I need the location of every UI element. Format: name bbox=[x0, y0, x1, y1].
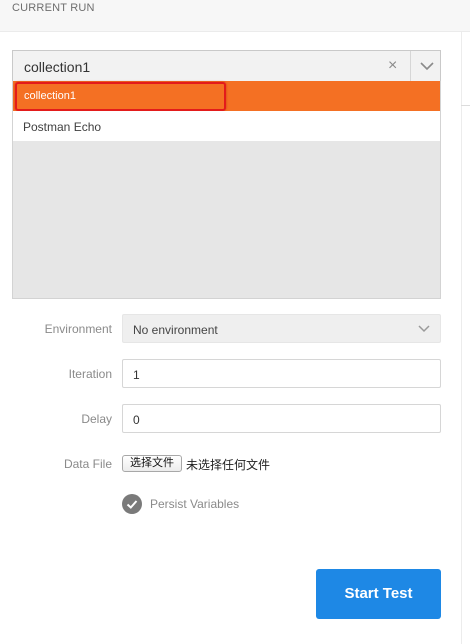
panel-divider bbox=[461, 32, 462, 644]
panel-divider-tick bbox=[461, 105, 470, 106]
dropdown-option-collection1[interactable]: collection1 bbox=[13, 81, 440, 111]
environment-label: Environment bbox=[44, 322, 112, 336]
file-status-text: 未选择任何文件 bbox=[186, 458, 271, 472]
close-icon[interactable]: × bbox=[388, 57, 397, 75]
dropdown-option-label: Postman Echo bbox=[23, 120, 102, 134]
environment-select-value: No environment bbox=[133, 323, 218, 337]
iteration-value: 1 bbox=[133, 368, 140, 382]
header-bar: CURRENT RUN bbox=[0, 0, 470, 32]
iteration-input[interactable]: 1 bbox=[122, 359, 441, 388]
checkmark-icon bbox=[126, 500, 138, 509]
dropdown-option-postman-echo[interactable]: Postman Echo bbox=[13, 111, 440, 141]
iteration-label: Iteration bbox=[68, 367, 112, 381]
chevron-down-icon[interactable] bbox=[417, 57, 437, 75]
collection-dropdown-menu: collection1 Postman Echo bbox=[12, 81, 441, 299]
data-file-label: Data File bbox=[63, 457, 112, 471]
delay-label: Delay bbox=[81, 412, 112, 426]
delay-input[interactable]: 0 bbox=[122, 404, 441, 433]
start-test-button[interactable]: Start Test bbox=[316, 569, 441, 619]
environment-select[interactable]: No environment bbox=[122, 314, 441, 343]
select-divider bbox=[410, 51, 411, 82]
delay-value: 0 bbox=[133, 413, 140, 427]
choose-file-button[interactable]: 选择文件 bbox=[122, 455, 182, 472]
collection-select[interactable]: collection1 × bbox=[12, 50, 441, 83]
persist-variables-checkbox[interactable] bbox=[122, 494, 142, 514]
persist-variables-label: Persist Variables bbox=[150, 497, 240, 511]
annotation-highlight-box bbox=[15, 82, 226, 111]
chevron-down-icon bbox=[418, 325, 430, 333]
collection-select-value: collection1 bbox=[24, 59, 91, 75]
section-title: CURRENT RUN bbox=[12, 2, 95, 14]
